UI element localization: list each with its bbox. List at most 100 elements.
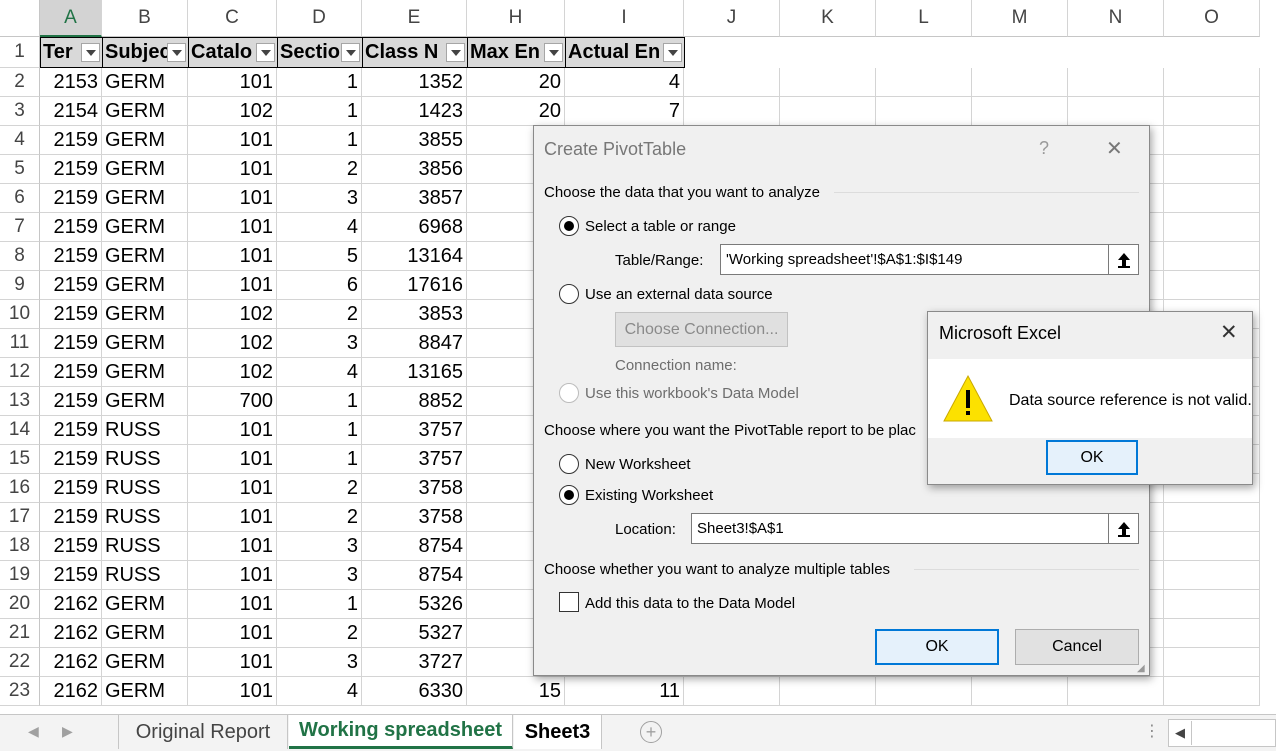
row-header-23[interactable]: 23: [0, 677, 40, 706]
cell-n2[interactable]: [1068, 68, 1164, 97]
cell-b19[interactable]: RUSS: [102, 561, 188, 590]
cell-a20[interactable]: 2162: [40, 590, 102, 619]
row-header-8[interactable]: 8: [0, 242, 40, 271]
cell-e16[interactable]: 3758: [362, 474, 467, 503]
cell-b3[interactable]: GERM: [102, 97, 188, 126]
tab-original-report[interactable]: Original Report: [118, 715, 288, 749]
cell-o3[interactable]: [1164, 97, 1260, 126]
cell-b11[interactable]: GERM: [102, 329, 188, 358]
column-header-k[interactable]: K: [780, 0, 876, 37]
location-input[interactable]: Sheet3!$A$1: [691, 513, 1109, 544]
header-cell-e[interactable]: Class N: [362, 37, 468, 68]
radio-data-model[interactable]: [559, 383, 579, 403]
close-icon[interactable]: ✕: [1106, 136, 1123, 161]
cell-o20[interactable]: [1164, 590, 1260, 619]
split-handle-icon[interactable]: ⋮: [1144, 721, 1160, 741]
cell-o21[interactable]: [1164, 619, 1260, 648]
cell-h23[interactable]: 15: [467, 677, 565, 706]
cell-a15[interactable]: 2159: [40, 445, 102, 474]
filter-dropdown-icon[interactable]: [663, 43, 682, 62]
cell-j3[interactable]: [684, 97, 780, 126]
range-picker-button[interactable]: [1108, 244, 1139, 275]
column-header-l[interactable]: L: [876, 0, 972, 37]
cell-d15[interactable]: 1: [277, 445, 362, 474]
radio-select-table[interactable]: [559, 216, 579, 236]
cell-o2[interactable]: [1164, 68, 1260, 97]
cell-a2[interactable]: 2153: [40, 68, 102, 97]
row-header-20[interactable]: 20: [0, 590, 40, 619]
cell-b16[interactable]: RUSS: [102, 474, 188, 503]
cell-k3[interactable]: [780, 97, 876, 126]
cell-h2[interactable]: 20: [467, 68, 565, 97]
cell-d6[interactable]: 3: [277, 184, 362, 213]
tab-working-spreadsheet[interactable]: Working spreadsheet: [289, 715, 513, 749]
cell-b23[interactable]: GERM: [102, 677, 188, 706]
cell-a22[interactable]: 2162: [40, 648, 102, 677]
filter-dropdown-icon[interactable]: [446, 43, 465, 62]
cell-a18[interactable]: 2159: [40, 532, 102, 561]
help-icon[interactable]: ?: [1039, 138, 1049, 159]
cell-e4[interactable]: 3855: [362, 126, 467, 155]
cell-c10[interactable]: 102: [188, 300, 277, 329]
cell-c5[interactable]: 101: [188, 155, 277, 184]
cell-a21[interactable]: 2162: [40, 619, 102, 648]
cell-m23[interactable]: [972, 677, 1068, 706]
cell-c9[interactable]: 101: [188, 271, 277, 300]
cell-b20[interactable]: GERM: [102, 590, 188, 619]
row-header-9[interactable]: 9: [0, 271, 40, 300]
cell-k2[interactable]: [780, 68, 876, 97]
cell-d10[interactable]: 2: [277, 300, 362, 329]
header-cell-a[interactable]: Ter: [40, 37, 103, 68]
cell-m3[interactable]: [972, 97, 1068, 126]
cell-d19[interactable]: 3: [277, 561, 362, 590]
select-all-corner[interactable]: [0, 0, 40, 37]
cell-b8[interactable]: GERM: [102, 242, 188, 271]
row-header-2[interactable]: 2: [0, 68, 40, 97]
column-header-c[interactable]: C: [188, 0, 277, 37]
cell-d14[interactable]: 1: [277, 416, 362, 445]
cell-c13[interactable]: 700: [188, 387, 277, 416]
cell-b13[interactable]: GERM: [102, 387, 188, 416]
cell-a17[interactable]: 2159: [40, 503, 102, 532]
cell-e17[interactable]: 3758: [362, 503, 467, 532]
row-header-10[interactable]: 10: [0, 300, 40, 329]
row-header-3[interactable]: 3: [0, 97, 40, 126]
cell-c11[interactable]: 102: [188, 329, 277, 358]
column-header-j[interactable]: J: [684, 0, 780, 37]
radio-external-source-label[interactable]: Use an external data source: [585, 286, 773, 303]
radio-select-table-label[interactable]: Select a table or range: [585, 218, 736, 235]
cell-d8[interactable]: 5: [277, 242, 362, 271]
filter-dropdown-icon[interactable]: [256, 43, 275, 62]
cell-a9[interactable]: 2159: [40, 271, 102, 300]
add-sheet-icon[interactable]: +: [640, 721, 662, 743]
cell-e18[interactable]: 8754: [362, 532, 467, 561]
cell-c4[interactable]: 101: [188, 126, 277, 155]
cell-a11[interactable]: 2159: [40, 329, 102, 358]
cell-e23[interactable]: 6330: [362, 677, 467, 706]
cell-a16[interactable]: 2159: [40, 474, 102, 503]
ok-button[interactable]: OK: [875, 629, 999, 665]
cell-o22[interactable]: [1164, 648, 1260, 677]
cell-e3[interactable]: 1423: [362, 97, 467, 126]
cell-a8[interactable]: 2159: [40, 242, 102, 271]
cell-b2[interactable]: GERM: [102, 68, 188, 97]
cell-c3[interactable]: 102: [188, 97, 277, 126]
row-header-18[interactable]: 18: [0, 532, 40, 561]
cell-d7[interactable]: 4: [277, 213, 362, 242]
cell-k23[interactable]: [780, 677, 876, 706]
cell-i23[interactable]: 11: [565, 677, 684, 706]
scroll-left-icon[interactable]: ◀: [1175, 725, 1185, 741]
cell-d5[interactable]: 2: [277, 155, 362, 184]
header-cell-d[interactable]: Sectio: [277, 37, 363, 68]
cell-c15[interactable]: 101: [188, 445, 277, 474]
header-cell-h[interactable]: Max En: [467, 37, 566, 68]
cell-c20[interactable]: 101: [188, 590, 277, 619]
cell-e15[interactable]: 3757: [362, 445, 467, 474]
cell-l23[interactable]: [876, 677, 972, 706]
cell-b15[interactable]: RUSS: [102, 445, 188, 474]
cell-d3[interactable]: 1: [277, 97, 362, 126]
cell-c18[interactable]: 101: [188, 532, 277, 561]
cell-c7[interactable]: 101: [188, 213, 277, 242]
header-cell-i[interactable]: Actual En: [565, 37, 685, 68]
cell-d21[interactable]: 2: [277, 619, 362, 648]
